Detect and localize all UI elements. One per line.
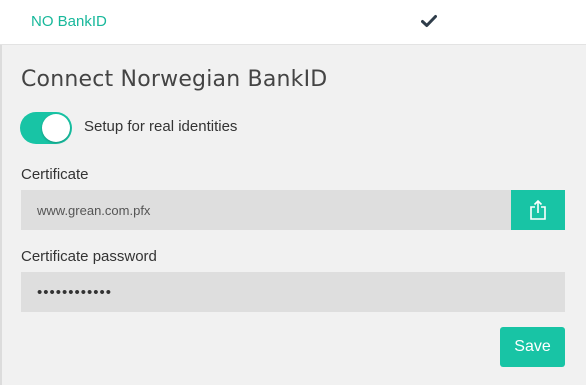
provider-row-no-bankid[interactable]: NO BankID [0, 0, 586, 45]
provider-name: NO BankID [31, 13, 107, 30]
real-identities-toggle-label: Setup for real identities [84, 118, 238, 135]
save-button[interactable]: Save [500, 327, 565, 367]
certificate-file-input[interactable] [21, 190, 511, 230]
certificate-label: Certificate [21, 166, 89, 183]
checkmark-icon [421, 14, 437, 28]
certificate-password-input[interactable] [21, 272, 565, 312]
bankid-settings-panel: NO BankID Connect Norwegian BankID Setup… [0, 0, 586, 385]
upload-certificate-button[interactable] [511, 190, 565, 230]
panel-left-border [0, 45, 2, 385]
real-identities-toggle[interactable] [20, 112, 72, 144]
panel-title: Connect Norwegian BankID [21, 67, 328, 92]
certificate-password-label: Certificate password [21, 248, 157, 265]
upload-icon [530, 199, 546, 220]
toggle-knob [42, 114, 70, 142]
